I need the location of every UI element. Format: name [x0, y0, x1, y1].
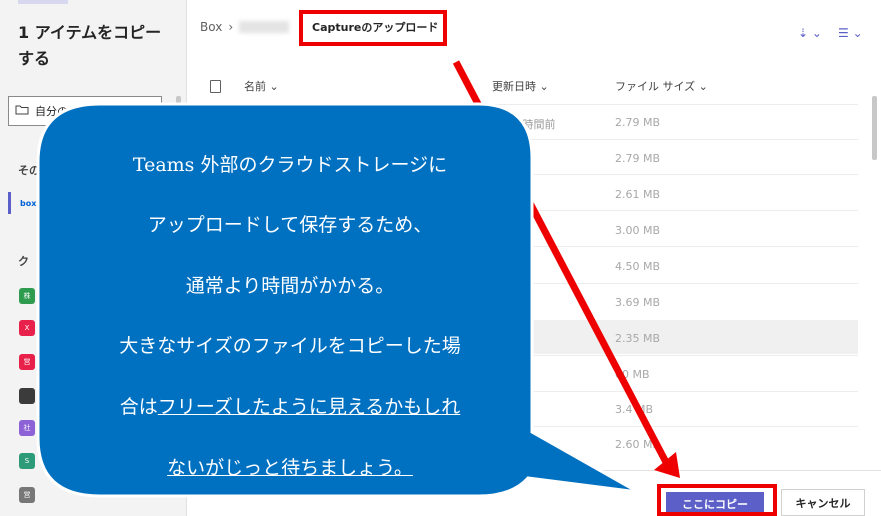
callout-line: アップロードして保存するため、 — [147, 214, 433, 236]
callout-line: Teams 外部のクラウドストレージに — [132, 154, 448, 176]
callout-line: 大きなサイズのファイルをコピーした場 — [119, 335, 461, 357]
callout-line: 通常より時間がかかる。 — [185, 275, 395, 297]
callout-overlay — [36, 60, 680, 498]
callout-line: ないがじっと待ちましょう。 — [167, 457, 413, 479]
callout-line: 合はフリーズしたように見えるかもしれ — [119, 396, 461, 418]
red-arrow-head — [654, 452, 680, 478]
